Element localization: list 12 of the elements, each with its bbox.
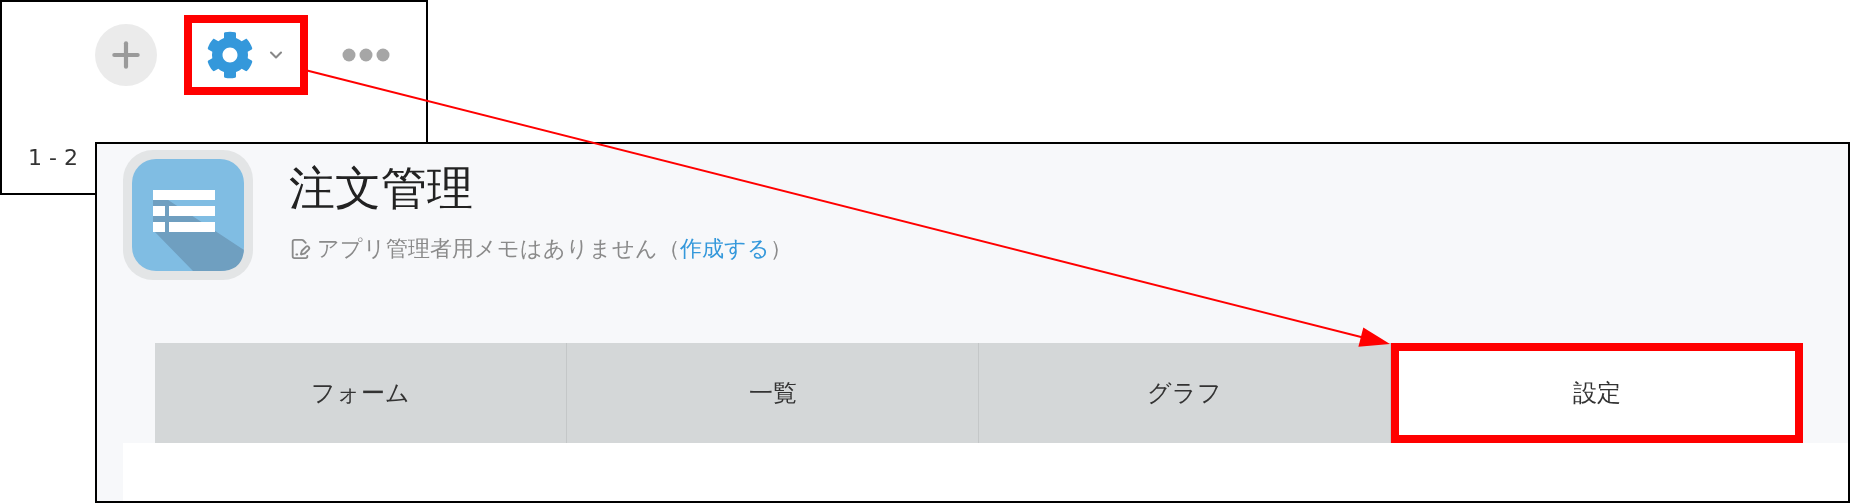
settings-icon <box>206 31 254 79</box>
more-icon <box>342 48 390 62</box>
record-range: 1 - 2 <box>28 144 79 172</box>
tab[interactable]: 設定 <box>1391 343 1803 443</box>
app-icon <box>123 150 253 280</box>
app-title: 注文管理 <box>289 160 474 216</box>
settings-button[interactable] <box>184 15 308 95</box>
memo-icon <box>289 237 311 260</box>
memo-text: アプリ管理者用メモはありません（作成する） <box>317 235 792 263</box>
tab[interactable]: フォーム <box>155 343 567 443</box>
tab[interactable]: グラフ <box>979 343 1391 443</box>
tab[interactable]: 一覧 <box>567 343 979 443</box>
